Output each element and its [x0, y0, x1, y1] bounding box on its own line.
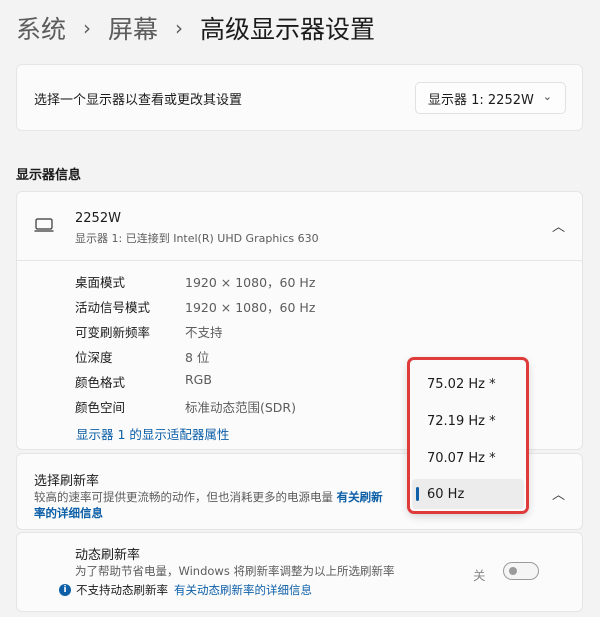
info-key: 桌面模式: [75, 275, 126, 290]
refresh-option-70[interactable]: 70.07 Hz *: [412, 443, 524, 473]
dynamic-refresh-title: 动态刷新率: [75, 548, 141, 563]
display-info-header[interactable]: 2252W 显示器 1: 已连接到 Intel(R) UHD Graphics …: [17, 192, 582, 261]
option-label: 70.07 Hz *: [427, 450, 496, 466]
info-value: 1920 × 1080，60 Hz: [185, 300, 316, 315]
option-label: 60 Hz: [427, 486, 465, 502]
info-key: 颜色格式: [75, 375, 126, 390]
info-value: 不支持: [185, 325, 223, 340]
info-value: 标准动态范围(SDR): [185, 400, 296, 415]
dynamic-refresh-desc: 为了帮助节省电量，Windows 将刷新率调整为以上所选刷新率: [75, 564, 395, 578]
chevron-down-icon: ⌄: [542, 90, 552, 103]
monitor-select-value: 显示器 1: 2252W: [428, 92, 534, 108]
info-icon: i: [59, 584, 71, 596]
refresh-rate-title: 选择刷新率: [34, 474, 100, 489]
dynamic-refresh-unsupported: 不支持动态刷新率: [76, 583, 168, 597]
info-value: RGB: [185, 372, 212, 387]
breadcrumb: 系统 › 屏幕 › 高级显示器设置: [16, 8, 375, 48]
selection-indicator: [416, 487, 419, 501]
refresh-rate-description: 较高的速率可提供更流畅的动作，但也消耗更多的电源电量 有关刷新率的详细信息: [34, 489, 394, 521]
option-label: 72.19 Hz *: [427, 413, 496, 429]
info-value: 8 位: [185, 350, 210, 365]
info-key: 可变刷新频率: [75, 325, 151, 340]
refresh-option-75[interactable]: 75.02 Hz *: [412, 369, 524, 399]
dynamic-refresh-toggle[interactable]: [503, 562, 539, 580]
monitor-icon: [34, 218, 54, 232]
dynamic-refresh-card: 动态刷新率 为了帮助节省电量，Windows 将刷新率调整为以上所选刷新率 i …: [16, 532, 583, 612]
refresh-option-72[interactable]: 72.19 Hz *: [412, 406, 524, 436]
monitor-select-card: 选择一个显示器以查看或更改其设置 显示器 1: 2252W ⌄: [16, 64, 583, 131]
chevron-right-icon: ›: [83, 16, 92, 40]
device-connection: 显示器 1: 已连接到 Intel(R) UHD Graphics 630: [75, 232, 319, 245]
page-title: 高级显示器设置: [200, 15, 376, 44]
chevron-up-icon[interactable]: ︿: [552, 484, 565, 503]
device-name: 2252W: [75, 211, 121, 226]
display-info-section-title: 显示器信息: [16, 168, 82, 183]
option-label: 75.02 Hz *: [427, 376, 496, 392]
toggle-state-label: 关: [473, 568, 486, 583]
refresh-option-60[interactable]: 60 Hz: [412, 479, 524, 509]
breadcrumb-system[interactable]: 系统: [16, 10, 66, 46]
dynamic-refresh-note: i 不支持动态刷新率 有关动态刷新率的详细信息: [59, 582, 312, 598]
chevron-up-icon[interactable]: ︿: [552, 216, 565, 235]
adapter-properties-link[interactable]: 显示器 1 的显示适配器属性: [76, 424, 229, 443]
chevron-right-icon: ›: [175, 16, 184, 40]
breadcrumb-display[interactable]: 屏幕: [108, 10, 158, 46]
info-key: 颜色空间: [75, 400, 126, 415]
dynamic-refresh-info-link[interactable]: 有关动态刷新率的详细信息: [174, 582, 312, 598]
info-value: 1920 × 1080，60 Hz: [185, 275, 316, 290]
refresh-rate-dropdown: 75.02 Hz * 72.19 Hz * 70.07 Hz * 60 Hz: [408, 358, 528, 513]
info-key: 位深度: [75, 350, 113, 365]
refresh-rate-desc-text: 较高的速率可提供更流畅的动作，但也消耗更多的电源电量: [34, 490, 333, 504]
monitor-select-prompt: 选择一个显示器以查看或更改其设置: [34, 93, 243, 108]
monitor-select-dropdown[interactable]: 显示器 1: 2252W ⌄: [415, 82, 566, 114]
info-key: 活动信号模式: [75, 300, 151, 315]
toggle-knob: [509, 567, 517, 575]
